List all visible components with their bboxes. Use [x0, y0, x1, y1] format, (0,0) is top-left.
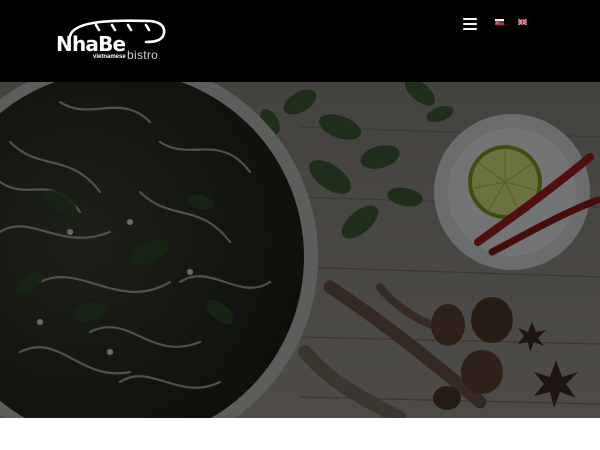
- content-area: [0, 418, 600, 450]
- hamburger-menu-icon: [463, 18, 477, 20]
- logo-subtitle: vietnamese: [93, 54, 126, 60]
- logo-wordmark: NhaBe: [56, 32, 126, 56]
- hero-banner: [0, 82, 600, 418]
- hero-image: [0, 82, 600, 418]
- slovakia-flag-icon[interactable]: [495, 19, 504, 25]
- uk-flag-icon[interactable]: [518, 19, 527, 25]
- site-header: NhaBe vietnamese bistro: [0, 0, 600, 82]
- site-logo[interactable]: NhaBe vietnamese bistro: [56, 18, 168, 64]
- menu-button[interactable]: [463, 18, 481, 32]
- logo-bistro: bistro: [127, 48, 159, 62]
